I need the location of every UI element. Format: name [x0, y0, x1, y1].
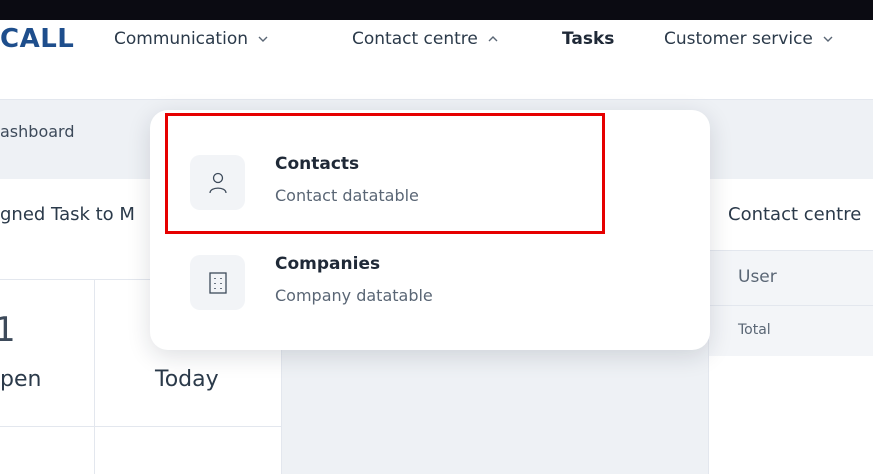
- table-total-label: Total: [738, 322, 771, 338]
- companies-icon-box: [190, 255, 245, 310]
- nav-contact-centre-label: Contact centre: [352, 29, 478, 49]
- nav-tasks-label: Tasks: [562, 29, 615, 49]
- stat-row-divider: [0, 426, 282, 427]
- stat-divider: [94, 279, 95, 474]
- dropdown-item-contacts-subtitle: Contact datatable: [275, 186, 419, 205]
- stat-open-value: 1: [0, 310, 16, 350]
- breadcrumb[interactable]: ashboard: [0, 122, 74, 141]
- dropdown-item-companies-subtitle: Company datatable: [275, 286, 433, 305]
- nav-customer-service-label: Customer service: [664, 29, 813, 49]
- nav-contact-centre[interactable]: Contact centre: [352, 29, 500, 49]
- table-total-row: [709, 306, 873, 356]
- top-strip: [0, 0, 873, 20]
- dropdown-item-contacts[interactable]: Contacts Contact datatable: [190, 148, 670, 218]
- contact-centre-dropdown: Contacts Contact datatable Companies Com…: [150, 110, 710, 350]
- dropdown-item-companies-title: Companies: [275, 254, 381, 274]
- dropdown-item-contacts-title: Contacts: [275, 154, 360, 174]
- stat-open-label: pen: [0, 367, 42, 392]
- chevron-down-icon: [258, 36, 268, 42]
- contacts-icon-box: [190, 155, 245, 210]
- contact-centre-title: Contact centre: [728, 204, 862, 225]
- table-header-row: [709, 250, 873, 306]
- chevron-down-icon: [823, 36, 833, 42]
- stat-today-label: Today: [155, 367, 219, 392]
- nav-customer-service[interactable]: Customer service: [664, 29, 835, 49]
- user-icon: [208, 172, 227, 193]
- building-icon: [208, 271, 227, 294]
- table-header-user[interactable]: User: [738, 267, 777, 287]
- assigned-tasks-title: gned Task to M: [0, 204, 135, 225]
- dropdown-item-companies[interactable]: Companies Company datatable: [190, 248, 670, 318]
- nav-tasks[interactable]: Tasks: [562, 29, 614, 49]
- chevron-up-icon: [488, 36, 498, 42]
- nav-communication[interactable]: Communication: [114, 29, 270, 49]
- brand-logo[interactable]: CALL: [0, 24, 74, 54]
- nav-communication-label: Communication: [114, 29, 248, 49]
